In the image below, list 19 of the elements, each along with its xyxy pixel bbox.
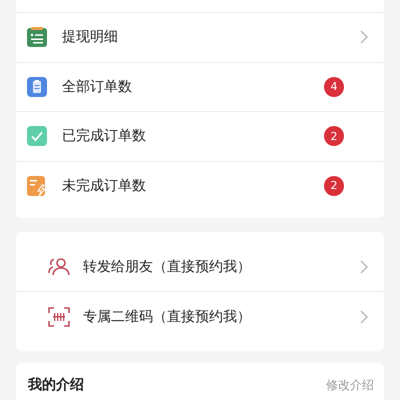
chevron-icon xyxy=(360,310,368,324)
section-title: 我的介绍 xyxy=(28,376,84,394)
lightning-note-icon xyxy=(27,176,47,196)
list-item[interactable]: 已完成订单数 2 xyxy=(16,111,384,160)
list-item[interactable]: 全部订单数 4 xyxy=(16,62,384,111)
list-item[interactable]: 未完成订单数 2 xyxy=(16,160,384,210)
people-icon xyxy=(48,256,70,276)
scan-code-icon xyxy=(48,306,70,326)
chevron-icon xyxy=(360,30,368,44)
list-icon xyxy=(27,27,47,48)
count-badge: 2 xyxy=(324,176,344,196)
list-item[interactable]: 转发给朋友（直接预约我） xyxy=(16,242,384,291)
chevron-icon xyxy=(360,260,368,274)
count-badge: 2 xyxy=(324,126,344,146)
clipboard-icon xyxy=(27,76,47,97)
list-item[interactable]: 专属二维码（直接预约我） xyxy=(16,291,384,341)
count-badge: 4 xyxy=(324,76,344,97)
checkmark-icon xyxy=(27,126,47,146)
list-item[interactable]: 提现明细 xyxy=(16,12,384,62)
